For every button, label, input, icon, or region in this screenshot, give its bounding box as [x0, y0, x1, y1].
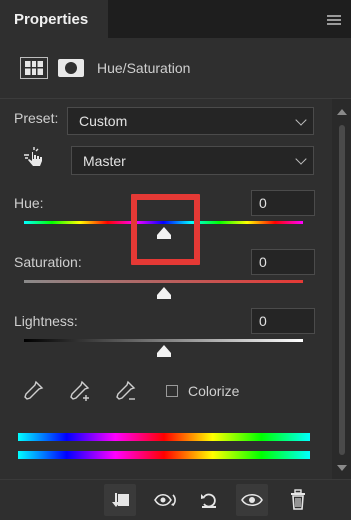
lightness-slider-thumb[interactable] [157, 345, 171, 357]
clip-to-layer-button[interactable] [104, 484, 136, 516]
hue-spectrum-top [18, 433, 310, 441]
reset-icon [201, 493, 216, 508]
view-previous-button[interactable] [151, 484, 183, 516]
view-previous-icon [154, 493, 176, 507]
saturation-value: 0 [259, 254, 267, 270]
clip-to-layer-icon [112, 493, 129, 507]
delete-button[interactable] [282, 484, 314, 516]
eyedropper-plus-icon[interactable] [67, 379, 91, 403]
hue-spectrum-bottom [18, 451, 310, 459]
eye-icon [241, 493, 263, 507]
panel-tab-bar: Properties [0, 0, 351, 38]
eyedropper-icon[interactable] [21, 379, 45, 403]
tab-properties-label: Properties [14, 10, 89, 28]
lightness-label: Lightness: [14, 313, 78, 329]
channel-value: Master [83, 152, 126, 169]
properties-panel: Hue/Saturation Preset: Custom Master Hue… [0, 38, 351, 520]
scroll-thumb[interactable] [339, 125, 345, 455]
saturation-slider-track[interactable] [24, 280, 303, 283]
scroll-down-icon[interactable] [337, 465, 347, 471]
adjustment-controls: Preset: Custom Master Hue: 0 Saturation:… [0, 99, 330, 479]
colorize-label: Colorize [188, 383, 240, 399]
hue-label: Hue: [14, 195, 44, 211]
colorize-checkbox[interactable] [166, 385, 178, 397]
lightness-input[interactable]: 0 [251, 308, 315, 334]
visibility-button[interactable] [236, 484, 268, 516]
hue-input[interactable]: 0 [251, 190, 315, 216]
scrollbar[interactable] [332, 99, 351, 481]
panel-header: Hue/Saturation [0, 38, 351, 98]
preset-value: Custom [79, 113, 128, 129]
saturation-slider-thumb[interactable] [157, 287, 171, 299]
highlight-box [131, 194, 200, 265]
reset-button[interactable] [193, 484, 225, 516]
lightness-slider-track[interactable] [24, 339, 303, 342]
adjustment-grid-icon[interactable] [20, 57, 48, 79]
lightness-value: 0 [259, 313, 267, 329]
scroll-up-icon[interactable] [337, 109, 347, 115]
saturation-input[interactable]: 0 [251, 249, 315, 275]
preset-label: Preset: [14, 110, 59, 126]
mask-icon[interactable] [58, 59, 84, 77]
saturation-label: Saturation: [14, 254, 82, 270]
trash-icon [291, 489, 305, 510]
chevron-down-icon [295, 114, 307, 126]
hamburger-icon[interactable] [327, 15, 341, 25]
hue-value: 0 [259, 195, 267, 211]
hand-pointer-icon[interactable] [21, 145, 47, 171]
preset-dropdown[interactable]: Custom [67, 107, 314, 135]
tab-properties[interactable]: Properties [0, 0, 108, 38]
eyedropper-minus-icon[interactable] [113, 379, 137, 403]
channel-dropdown[interactable]: Master [71, 146, 314, 175]
adjustment-title: Hue/Saturation [97, 60, 191, 76]
chevron-down-icon [295, 153, 307, 165]
panel-footer [0, 479, 351, 520]
